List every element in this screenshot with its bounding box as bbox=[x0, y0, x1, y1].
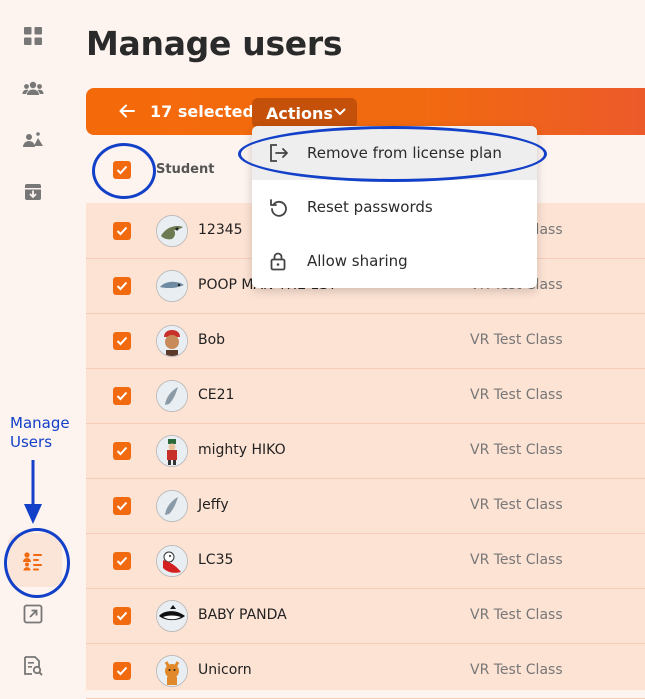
back-arrow-icon[interactable] bbox=[118, 102, 136, 120]
table-row[interactable]: CE21 VR Test Class bbox=[86, 368, 645, 424]
annotation-line-2: Users bbox=[10, 433, 53, 451]
row-checkbox[interactable] bbox=[113, 607, 131, 625]
row-checkbox[interactable] bbox=[113, 497, 131, 515]
annotation-arrow bbox=[24, 460, 42, 524]
avatar bbox=[156, 545, 188, 577]
table-row[interactable]: Unicorn VR Test Class bbox=[86, 643, 645, 699]
table-row[interactable]: Bob VR Test Class bbox=[86, 313, 645, 369]
annotation-circle-remove-option bbox=[238, 126, 547, 182]
avatar bbox=[156, 380, 188, 412]
avatar bbox=[156, 435, 188, 467]
annotation-circle-select-all bbox=[92, 143, 156, 199]
chevron-down-icon bbox=[334, 108, 346, 116]
avatar bbox=[156, 600, 188, 632]
student-name: CE21 bbox=[198, 387, 235, 403]
student-name: mighty HIKO bbox=[198, 442, 286, 458]
row-checkbox[interactable] bbox=[113, 552, 131, 570]
actions-label: Actions bbox=[266, 103, 333, 123]
annotation-label: Manage Users bbox=[10, 414, 74, 452]
student-name: LC35 bbox=[198, 552, 234, 568]
student-class: VR Test Class bbox=[470, 497, 563, 513]
row-checkbox[interactable] bbox=[113, 222, 131, 240]
archive-icon[interactable] bbox=[21, 180, 45, 204]
actions-button[interactable]: Actions bbox=[252, 98, 357, 128]
avatar bbox=[156, 655, 188, 687]
classes-icon[interactable] bbox=[21, 128, 45, 152]
reset-icon bbox=[270, 199, 287, 217]
menu-item-label: Allow sharing bbox=[307, 252, 408, 270]
menu-item-label: Reset passwords bbox=[307, 198, 433, 216]
avatar bbox=[156, 215, 188, 247]
table-row[interactable]: mighty HIKO VR Test Class bbox=[86, 423, 645, 479]
avatar bbox=[156, 490, 188, 522]
row-checkbox[interactable] bbox=[113, 387, 131, 405]
users-group-icon[interactable] bbox=[21, 77, 45, 101]
student-name: 12345 bbox=[198, 222, 243, 238]
row-checkbox[interactable] bbox=[113, 442, 131, 460]
student-class: VR Test Class bbox=[470, 662, 563, 678]
student-column-header[interactable]: Student bbox=[156, 162, 214, 177]
row-checkbox[interactable] bbox=[113, 662, 131, 680]
table-row[interactable]: Jeffy VR Test Class bbox=[86, 478, 645, 534]
annotation-circle-manage-users bbox=[4, 528, 70, 598]
selected-count: 17 selected bbox=[150, 102, 254, 121]
student-name: BABY PANDA bbox=[198, 607, 287, 623]
student-class: VR Test Class bbox=[470, 387, 563, 403]
student-class: VR Test Class bbox=[470, 607, 563, 623]
report-search-icon[interactable] bbox=[21, 654, 45, 678]
student-name: Jeffy bbox=[198, 497, 229, 513]
student-class: VR Test Class bbox=[470, 552, 563, 568]
external-link-icon[interactable] bbox=[21, 602, 45, 626]
avatar bbox=[156, 270, 188, 302]
table-row[interactable]: LC35 VR Test Class bbox=[86, 533, 645, 589]
avatar bbox=[156, 325, 188, 357]
student-name: Bob bbox=[198, 332, 226, 348]
row-checkbox[interactable] bbox=[113, 332, 131, 350]
annotation-line-1: Manage bbox=[10, 414, 70, 432]
student-name: Unicorn bbox=[198, 662, 252, 678]
dashboard-icon[interactable] bbox=[21, 24, 45, 48]
table-row[interactable]: BABY PANDA VR Test Class bbox=[86, 588, 645, 644]
lock-icon bbox=[270, 252, 286, 271]
student-class: VR Test Class bbox=[470, 332, 563, 348]
menu-item-reset-passwords[interactable]: Reset passwords bbox=[252, 180, 537, 234]
menu-item-allow-sharing[interactable]: Allow sharing bbox=[252, 234, 537, 288]
student-class: VR Test Class bbox=[470, 442, 563, 458]
page-title: Manage users bbox=[86, 24, 343, 63]
row-checkbox[interactable] bbox=[113, 277, 131, 295]
